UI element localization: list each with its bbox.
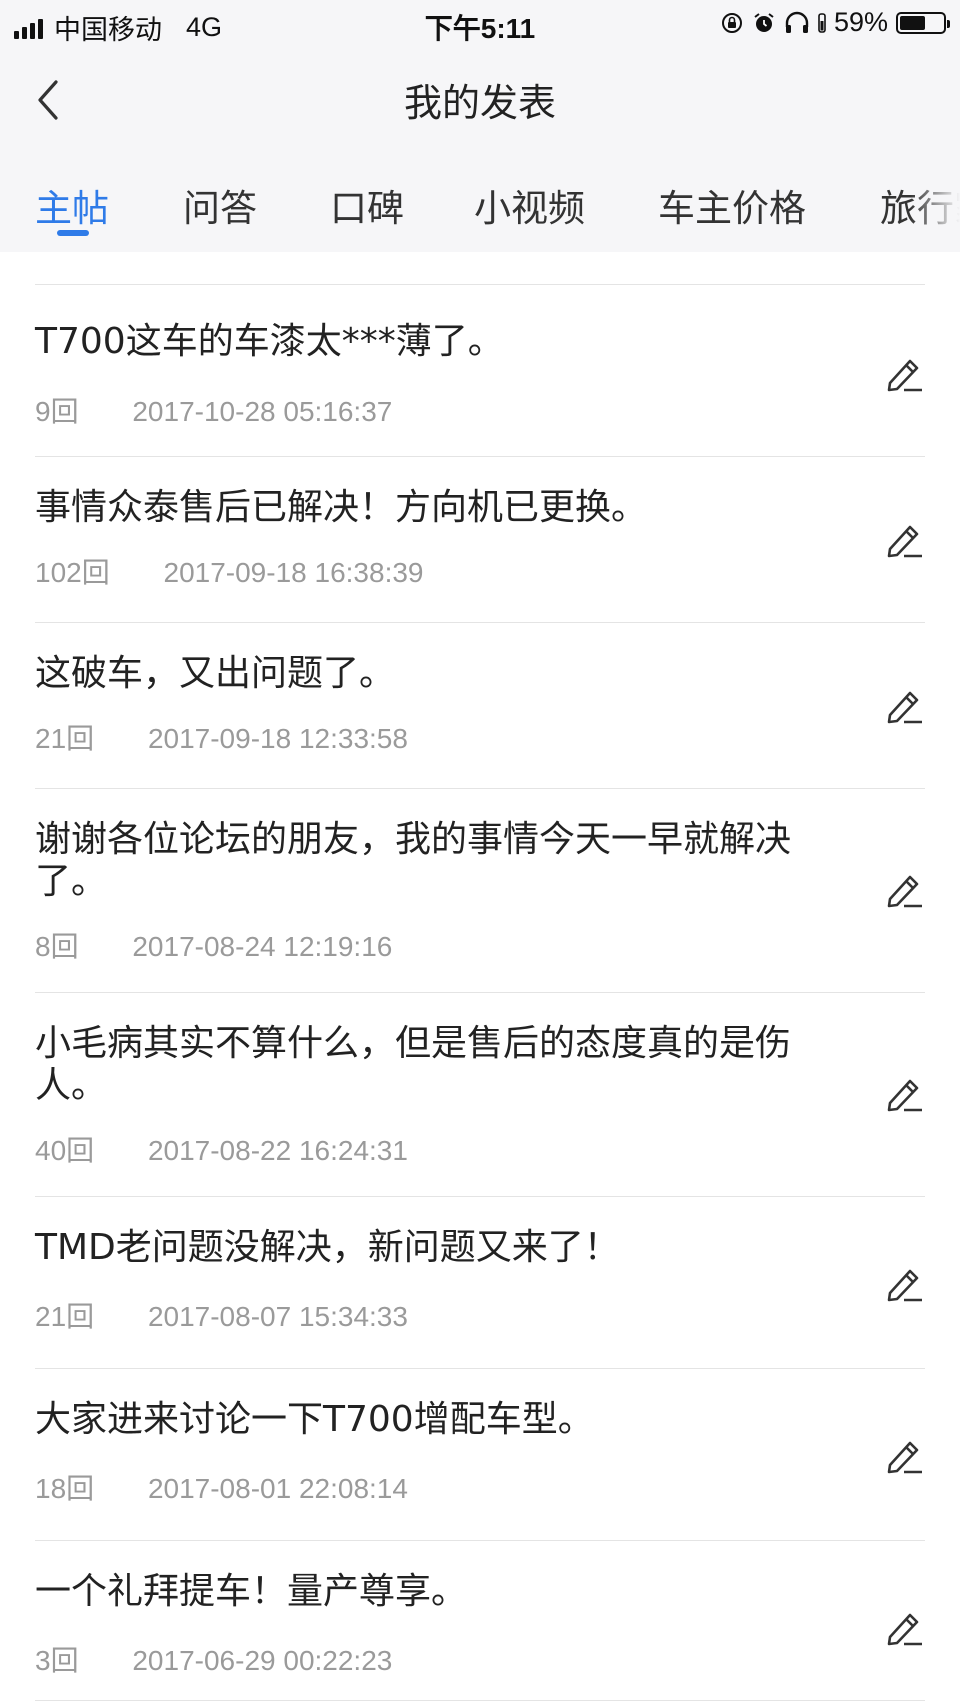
page-title: 我的发表 xyxy=(403,81,556,125)
edit-button[interactable] xyxy=(884,353,924,393)
edit-pencil-icon xyxy=(887,1079,922,1112)
edit-button[interactable] xyxy=(884,685,924,725)
edit-button[interactable] xyxy=(884,519,924,559)
post-meta: 9回 2017-10-28 05:16:37 xyxy=(35,390,392,430)
status-right: 59% xyxy=(720,7,950,38)
nav-bar: 我的发表 xyxy=(0,48,960,146)
list-item[interactable]: 大家进来讨论一下T700增配车型。 18回 2017-08-01 22:08:1… xyxy=(0,1369,960,1541)
tab-short-videos[interactable]: 小视频 xyxy=(474,178,585,232)
post-datetime: 2017-09-18 16:38:39 xyxy=(163,557,424,588)
post-datetime: 2017-06-29 00:22:23 xyxy=(132,1645,393,1676)
post-meta: 21回 2017-08-07 15:34:33 xyxy=(35,1295,408,1335)
post-datetime: 2017-08-07 15:34:33 xyxy=(147,1301,408,1332)
tab-bar: 主帖 问答 口碑 小视频 车主价格 旅行家 xyxy=(0,146,960,252)
reply-count: 102回 xyxy=(35,557,110,588)
edit-button[interactable] xyxy=(884,1073,924,1113)
post-meta: 40回 2017-08-22 16:24:31 xyxy=(35,1129,408,1169)
list-item[interactable]: 谢谢各位论坛的朋友，我的事情今天一早就解决了。 8回 2017-08-24 12… xyxy=(0,789,960,993)
post-meta: 3回 2017-06-29 00:22:23 xyxy=(35,1639,392,1679)
post-meta: 8回 2017-08-24 12:19:16 xyxy=(35,925,392,965)
post-title: 小毛病其实不算什么，但是售后的态度真的是伤人。 xyxy=(35,1023,792,1106)
post-title: 一个礼拜提车！量产尊享。 xyxy=(35,1571,468,1612)
edit-pencil-icon xyxy=(887,691,922,724)
reply-count: 18回 xyxy=(35,1473,95,1504)
reply-count: 21回 xyxy=(35,723,95,754)
list-item[interactable]: 这破车，又出问题了。 21回 2017-09-18 12:33:58 xyxy=(0,623,960,789)
battery-icon xyxy=(896,11,950,34)
reply-count: 9回 xyxy=(35,396,79,427)
post-datetime: 2017-08-24 12:19:16 xyxy=(132,931,393,962)
list-item[interactable]: TMD老问题没解决，新问题又来了！ 21回 2017-08-07 15:34:3… xyxy=(0,1197,960,1369)
post-meta: 102回 2017-09-18 16:38:39 xyxy=(35,551,424,591)
tab-owner-prices[interactable]: 车主价格 xyxy=(658,178,806,232)
edit-pencil-icon xyxy=(887,1613,922,1646)
reply-count: 8回 xyxy=(35,931,79,962)
tab-reviews[interactable]: 口碑 xyxy=(330,178,404,232)
post-title: 事情众泰售后已解决！方向机已更换。 xyxy=(35,487,648,528)
edit-button[interactable] xyxy=(884,1435,924,1475)
post-list: T700这车的车漆太***薄了。 9回 2017-10-28 05:16:37 … xyxy=(0,285,960,1701)
post-title: TMD老问题没解决，新问题又来了！ xyxy=(35,1227,620,1268)
post-datetime: 2017-09-18 12:33:58 xyxy=(147,723,408,754)
post-title: 这破车，又出问题了。 xyxy=(35,653,396,694)
reply-count: 3回 xyxy=(35,1645,79,1676)
battery-level-fill xyxy=(900,15,925,30)
tab-qa[interactable]: 问答 xyxy=(183,178,257,232)
list-item[interactable]: 事情众泰售后已解决！方向机已更换。 102回 2017-09-18 16:38:… xyxy=(0,457,960,623)
edit-pencil-icon xyxy=(887,1269,922,1302)
post-meta: 18回 2017-08-01 22:08:14 xyxy=(35,1467,408,1507)
post-meta: 21回 2017-09-18 12:33:58 xyxy=(35,717,408,757)
edit-pencil-icon xyxy=(887,525,922,558)
status-bar: 中国移动 4G 下午5:11 59% xyxy=(0,0,960,48)
alarm-icon xyxy=(752,11,776,35)
edit-pencil-icon xyxy=(887,359,922,392)
battery-small-icon xyxy=(818,12,826,34)
reply-count: 40回 xyxy=(35,1135,95,1166)
post-title: T700这车的车漆太***薄了。 xyxy=(35,321,504,362)
rotation-lock-icon xyxy=(720,11,744,35)
headphones-icon xyxy=(784,11,810,35)
active-tab-indicator xyxy=(57,230,89,236)
tab-main-posts[interactable]: 主帖 xyxy=(35,178,109,232)
post-datetime: 2017-08-01 22:08:14 xyxy=(147,1473,408,1504)
edit-button[interactable] xyxy=(884,1263,924,1303)
list-item[interactable]: 小毛病其实不算什么，但是售后的态度真的是伤人。 40回 2017-08-22 1… xyxy=(0,993,960,1197)
battery-percent: 59% xyxy=(833,7,888,37)
post-datetime: 2017-10-28 05:16:37 xyxy=(132,396,393,427)
edit-button[interactable] xyxy=(884,1607,924,1647)
list-item[interactable]: 一个礼拜提车！量产尊享。 3回 2017-06-29 00:22:23 xyxy=(0,1541,960,1701)
edit-pencil-icon xyxy=(887,1441,922,1474)
post-datetime: 2017-08-22 16:24:31 xyxy=(147,1135,408,1166)
edit-button[interactable] xyxy=(884,869,924,909)
post-title: 谢谢各位论坛的朋友，我的事情今天一早就解决了。 xyxy=(35,819,792,902)
post-title: 大家进来讨论一下T700增配车型。 xyxy=(35,1399,594,1440)
list-item[interactable]: T700这车的车漆太***薄了。 9回 2017-10-28 05:16:37 xyxy=(0,285,960,457)
edit-pencil-icon xyxy=(887,875,922,908)
reply-count: 21回 xyxy=(35,1301,95,1332)
